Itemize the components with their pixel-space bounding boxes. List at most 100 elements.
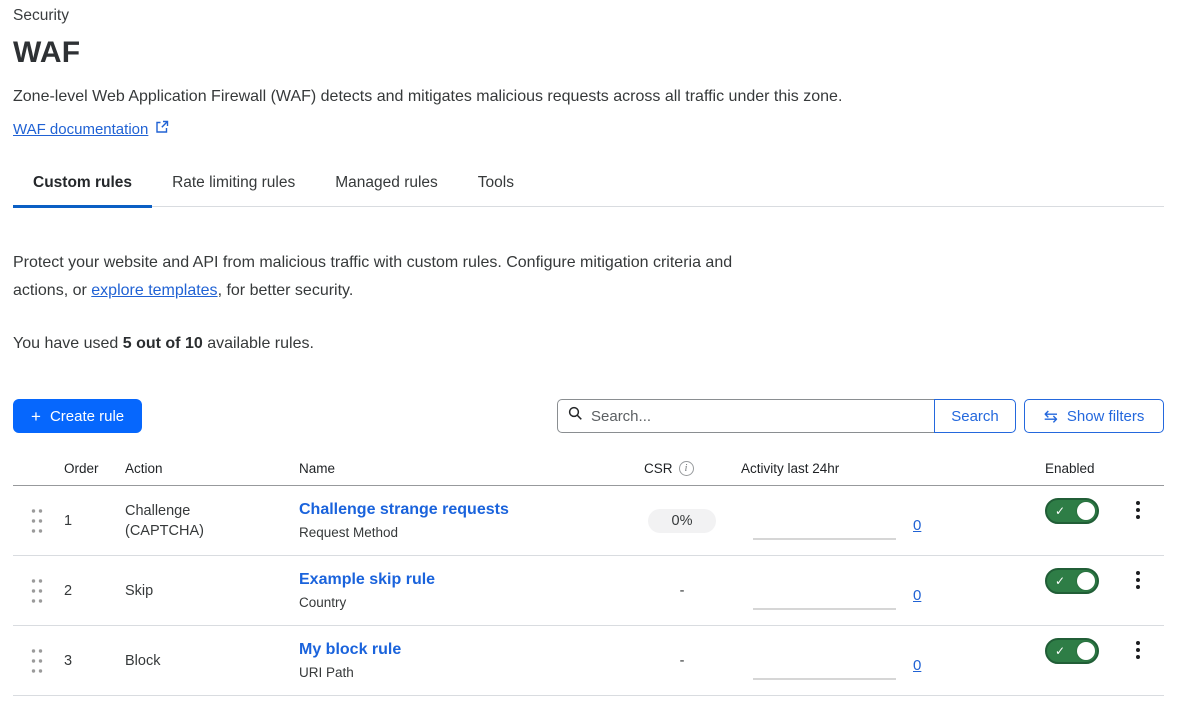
tab-rate-limiting-rules[interactable]: Rate limiting rules bbox=[152, 173, 315, 206]
search-group: Search bbox=[557, 399, 1016, 433]
csr-value: - bbox=[680, 653, 685, 669]
plus-icon: + bbox=[31, 408, 41, 425]
breadcrumb: Security bbox=[13, 6, 1164, 26]
page-description: Zone-level Web Application Firewall (WAF… bbox=[13, 86, 1164, 108]
header-name: Name bbox=[299, 461, 644, 476]
activity-count-link[interactable]: 0 bbox=[913, 517, 921, 534]
rule-name-cell: Example skip rule Country bbox=[299, 570, 644, 611]
tab-bar: Custom rules Rate limiting rules Managed… bbox=[13, 173, 1164, 207]
drag-handle[interactable] bbox=[13, 647, 64, 675]
page-title: WAF bbox=[13, 34, 1164, 72]
intro-after: , for better security. bbox=[218, 282, 354, 299]
enabled-toggle[interactable]: ✓ bbox=[1045, 568, 1099, 594]
rule-action: Skip bbox=[125, 581, 299, 601]
doc-link-row: WAF documentation bbox=[13, 120, 1164, 139]
explore-templates-link[interactable]: explore templates bbox=[91, 282, 217, 299]
rule-menu-cell bbox=[1128, 626, 1164, 662]
check-icon: ✓ bbox=[1055, 644, 1065, 658]
activity-count-link[interactable]: 0 bbox=[913, 657, 921, 674]
drag-handle[interactable] bbox=[13, 507, 64, 535]
table-row: 3 Block My block rule URI Path - 0 ✓ bbox=[13, 626, 1164, 696]
csr-value: - bbox=[680, 583, 685, 599]
toolbar: + Create rule Search ⇆ Show fil bbox=[13, 399, 1164, 433]
header-menu-spacer bbox=[1128, 461, 1164, 476]
usage-count: 5 out of 10 bbox=[123, 335, 203, 352]
rule-order: 2 bbox=[64, 583, 125, 599]
rule-activity-cell: 0 bbox=[741, 486, 1045, 555]
activity-sparkline bbox=[753, 538, 896, 540]
tab-custom-rules[interactable]: Custom rules bbox=[13, 173, 152, 206]
activity-sparkline bbox=[753, 608, 896, 610]
rule-action: Challenge (CAPTCHA) bbox=[125, 501, 299, 541]
csr-value-badge: 0% bbox=[648, 509, 716, 533]
kebab-menu-button[interactable] bbox=[1130, 498, 1146, 522]
header-enabled: Enabled bbox=[1045, 461, 1128, 476]
usage-suffix: available rules. bbox=[203, 335, 314, 352]
header-csr: CSR i bbox=[644, 461, 741, 476]
rule-csr-cell: - bbox=[644, 582, 741, 600]
activity-count-link[interactable]: 0 bbox=[913, 587, 921, 604]
rule-field: URI Path bbox=[299, 665, 644, 681]
enabled-toggle[interactable]: ✓ bbox=[1045, 638, 1099, 664]
search-box bbox=[557, 399, 934, 433]
rule-csr-cell: - bbox=[644, 652, 741, 670]
usage-summary: You have used 5 out of 10 available rule… bbox=[13, 335, 1164, 353]
rule-activity-cell: 0 bbox=[741, 556, 1045, 625]
rule-name-link[interactable]: My block rule bbox=[299, 640, 644, 660]
rule-menu-cell bbox=[1128, 556, 1164, 592]
usage-prefix: You have used bbox=[13, 335, 123, 352]
drag-handle[interactable] bbox=[13, 577, 64, 605]
table-row: 1 Challenge (CAPTCHA) Challenge strange … bbox=[13, 486, 1164, 556]
rule-enabled-cell: ✓ bbox=[1045, 486, 1128, 524]
info-icon[interactable]: i bbox=[679, 461, 694, 476]
header-csr-label: CSR bbox=[644, 461, 673, 476]
activity-sparkline bbox=[753, 678, 896, 680]
enabled-toggle[interactable]: ✓ bbox=[1045, 498, 1099, 524]
rule-csr-cell: 0% bbox=[644, 509, 741, 533]
rule-order: 3 bbox=[64, 653, 125, 669]
kebab-menu-button[interactable] bbox=[1130, 568, 1146, 592]
rule-menu-cell bbox=[1128, 486, 1164, 522]
rule-activity-cell: 0 bbox=[741, 626, 1045, 695]
drag-handle-icon bbox=[30, 647, 44, 675]
waf-page: Security WAF Zone-level Web Application … bbox=[0, 0, 1177, 707]
rule-enabled-cell: ✓ bbox=[1045, 626, 1128, 664]
rule-name-cell: My block rule URI Path bbox=[299, 640, 644, 681]
search-input[interactable] bbox=[591, 408, 924, 425]
toggle-knob bbox=[1077, 502, 1095, 520]
search-button[interactable]: Search bbox=[934, 399, 1016, 433]
header-order: Order bbox=[64, 461, 125, 476]
rule-action: Block bbox=[125, 651, 299, 671]
waf-documentation-link[interactable]: WAF documentation bbox=[13, 121, 148, 138]
show-filters-label: Show filters bbox=[1067, 408, 1145, 425]
intro-text: Protect your website and API from malici… bbox=[13, 249, 755, 305]
table-row: 2 Skip Example skip rule Country - 0 ✓ bbox=[13, 556, 1164, 626]
rule-field: Request Method bbox=[299, 525, 644, 541]
toggle-knob bbox=[1077, 642, 1095, 660]
kebab-menu-button[interactable] bbox=[1130, 638, 1146, 662]
create-rule-label: Create rule bbox=[50, 408, 124, 425]
swap-arrows-icon: ⇆ bbox=[1044, 408, 1058, 425]
header-activity: Activity last 24hr bbox=[741, 461, 1045, 476]
table-header-row: Order Action Name CSR i Activity last 24… bbox=[13, 461, 1164, 486]
header-action: Action bbox=[125, 461, 299, 476]
search-icon bbox=[568, 406, 583, 426]
rule-order: 1 bbox=[64, 513, 125, 529]
drag-handle-icon bbox=[30, 507, 44, 535]
show-filters-button[interactable]: ⇆ Show filters bbox=[1024, 399, 1164, 433]
tab-tools[interactable]: Tools bbox=[458, 173, 534, 206]
create-rule-button[interactable]: + Create rule bbox=[13, 399, 142, 433]
rule-enabled-cell: ✓ bbox=[1045, 556, 1128, 594]
toggle-knob bbox=[1077, 572, 1095, 590]
rules-table: Order Action Name CSR i Activity last 24… bbox=[13, 461, 1164, 696]
search-area: Search ⇆ Show filters bbox=[557, 399, 1164, 433]
check-icon: ✓ bbox=[1055, 574, 1065, 588]
rule-name-cell: Challenge strange requests Request Metho… bbox=[299, 500, 644, 541]
drag-handle-icon bbox=[30, 577, 44, 605]
external-link-icon bbox=[155, 120, 169, 139]
tab-managed-rules[interactable]: Managed rules bbox=[315, 173, 458, 206]
check-icon: ✓ bbox=[1055, 504, 1065, 518]
rule-field: Country bbox=[299, 595, 644, 611]
rule-name-link[interactable]: Challenge strange requests bbox=[299, 500, 644, 520]
rule-name-link[interactable]: Example skip rule bbox=[299, 570, 644, 590]
